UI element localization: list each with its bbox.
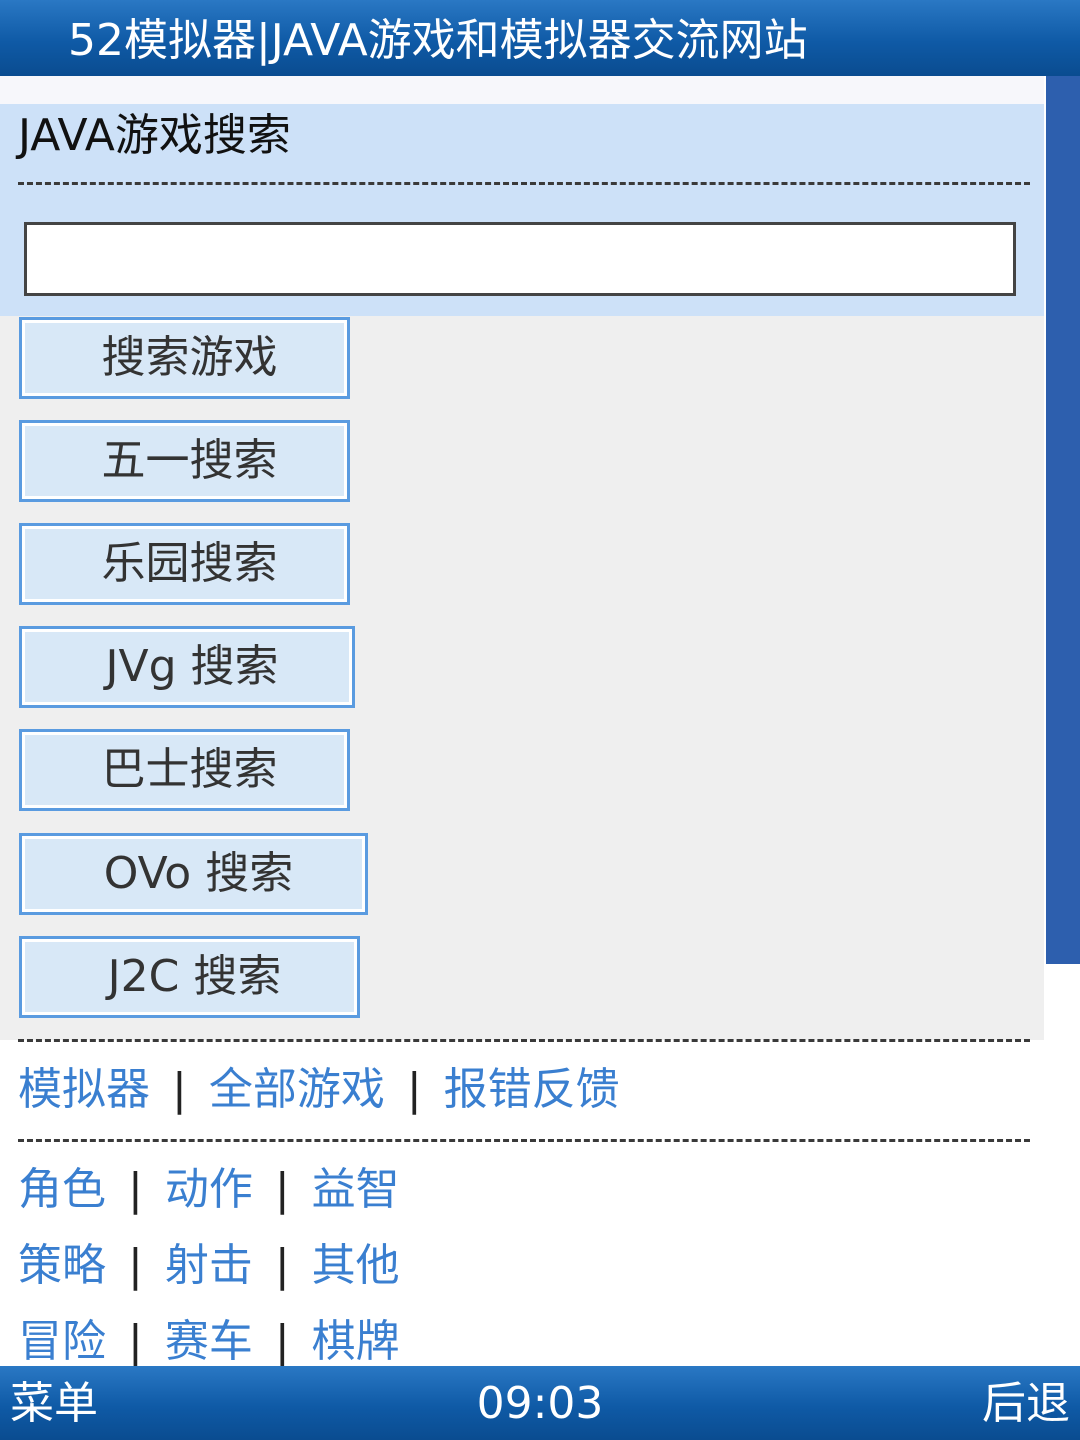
error-report-link[interactable]: 报错反馈	[444, 1064, 620, 1115]
separator: |	[274, 1240, 290, 1291]
links-section: 模拟器 | 全部游戏 | 报错反馈 角色 | 动作 | 益智 策略 | 射击 | 其他 冒险 | 赛车 | 棋牌	[0, 1039, 1044, 1366]
search-games-button[interactable]: 搜索游戏	[19, 317, 350, 399]
top-spacer	[0, 76, 1044, 104]
separator: |	[128, 1240, 143, 1291]
leyuan-search-button[interactable]: 乐园搜索	[19, 523, 350, 605]
category-row: 策略 | 射击 | 其他	[18, 1236, 400, 1296]
search-engine-buttons: 搜索游戏 五一搜索 乐园搜索 JVg 搜索 巴士搜索 OVo 搜索 J2C 搜索	[0, 316, 1044, 1040]
scrollbar-thumb[interactable]	[1046, 76, 1080, 964]
category-row: 冒险 | 赛车 | 棋牌	[18, 1312, 400, 1366]
clock: 09:03	[476, 1378, 604, 1429]
separator: |	[172, 1064, 187, 1115]
softkey-bar: 菜单 09:03 后退	[0, 1366, 1080, 1440]
scrollbar[interactable]	[1044, 76, 1080, 1366]
category-link-action[interactable]: 动作	[165, 1164, 253, 1215]
separator: |	[274, 1316, 290, 1366]
bashi-search-button[interactable]: 巴士搜索	[19, 729, 350, 811]
search-input[interactable]	[24, 222, 1016, 296]
category-link-racing[interactable]: 赛车	[165, 1316, 253, 1366]
ovo-search-button[interactable]: OVo 搜索	[19, 833, 368, 915]
divider	[18, 182, 1030, 185]
title-bar: 52模拟器|JAVA游戏和模拟器交流网站	[0, 0, 1080, 76]
separator: |	[274, 1164, 290, 1215]
separator: |	[128, 1316, 143, 1366]
all-games-link[interactable]: 全部游戏	[209, 1064, 385, 1115]
page-content[interactable]: JAVA游戏搜索 搜索游戏 五一搜索 乐园搜索 JVg 搜索 巴士搜索 OVo …	[0, 76, 1044, 1366]
j2c-search-button[interactable]: J2C 搜索	[19, 936, 360, 1018]
nav-links-row: 模拟器 | 全部游戏 | 报错反馈	[18, 1060, 620, 1120]
emulator-link[interactable]: 模拟器	[18, 1064, 150, 1115]
back-softkey[interactable]: 后退	[982, 1374, 1070, 1434]
page-title: 52模拟器|JAVA游戏和模拟器交流网站	[68, 15, 808, 66]
separator: |	[406, 1064, 422, 1115]
category-link-strategy[interactable]: 策略	[18, 1240, 106, 1291]
category-link-board[interactable]: 棋牌	[312, 1316, 400, 1366]
category-link-other[interactable]: 其他	[312, 1240, 400, 1291]
category-link-role[interactable]: 角色	[18, 1164, 106, 1215]
category-row: 角色 | 动作 | 益智	[18, 1160, 400, 1220]
wuyi-search-button[interactable]: 五一搜索	[19, 420, 350, 502]
search-heading: JAVA游戏搜索	[18, 110, 291, 161]
divider	[18, 1039, 1030, 1042]
divider	[18, 1139, 1030, 1142]
category-link-adventure[interactable]: 冒险	[18, 1316, 106, 1366]
category-link-shooting[interactable]: 射击	[165, 1240, 253, 1291]
separator: |	[128, 1164, 143, 1215]
search-panel: JAVA游戏搜索	[0, 104, 1044, 316]
category-link-puzzle[interactable]: 益智	[312, 1164, 400, 1215]
jvg-search-button[interactable]: JVg 搜索	[19, 626, 355, 708]
